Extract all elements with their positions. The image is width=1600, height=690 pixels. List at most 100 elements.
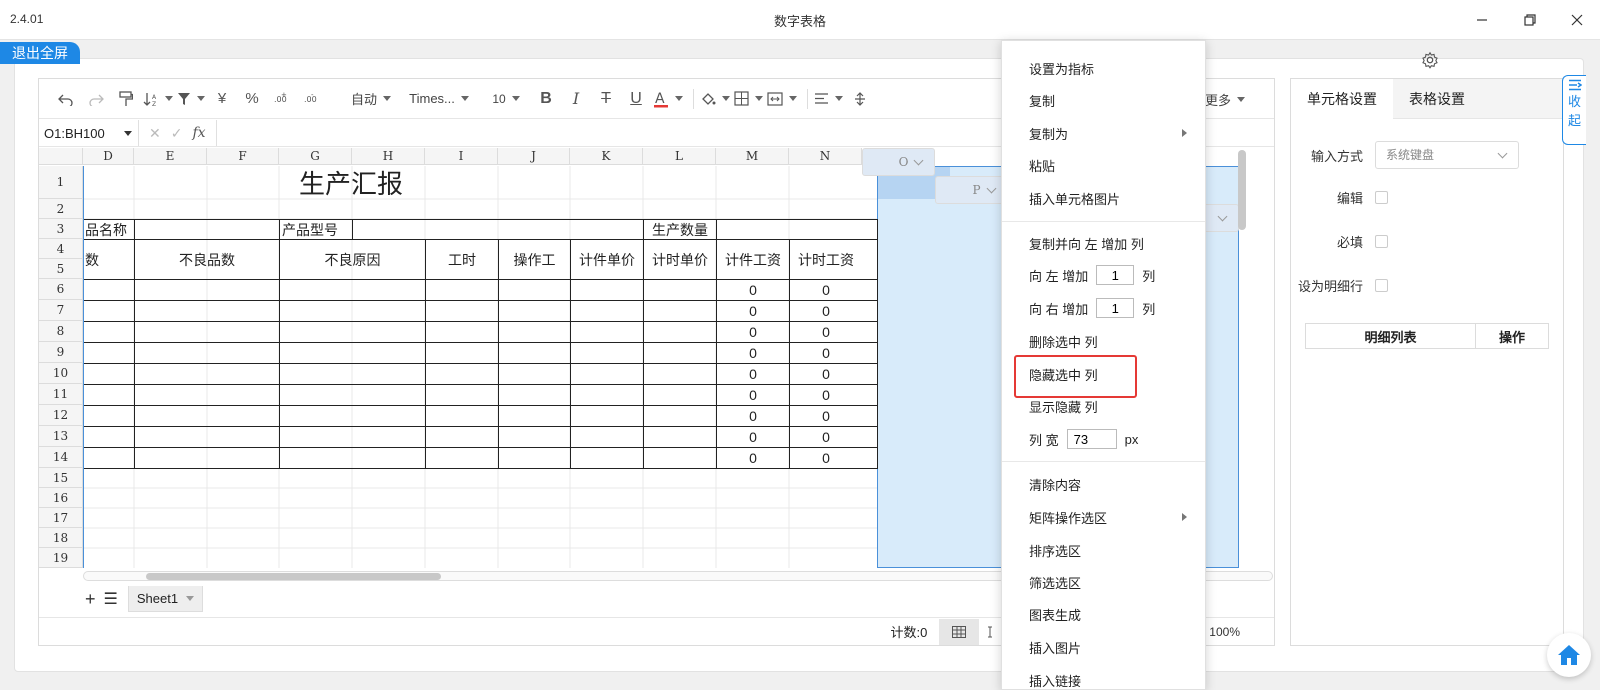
column-header[interactable]: D <box>83 148 134 165</box>
italic-button[interactable]: I <box>563 85 589 113</box>
horizontal-align-button[interactable] <box>814 85 843 113</box>
percent-button[interactable]: % <box>239 85 265 113</box>
cell-piece-wage-value[interactable]: 0 <box>717 343 789 363</box>
cell-piece-wage-value[interactable]: 0 <box>717 364 789 384</box>
menu-item-clear-content[interactable]: 清除内容 <box>1002 469 1205 499</box>
cell-time-price-label[interactable]: 计时单价 <box>644 240 716 279</box>
row-header[interactable]: 18 <box>39 528 83 548</box>
redo-button[interactable] <box>83 85 109 113</box>
input-method-select[interactable]: 系统键盘 <box>1375 141 1519 169</box>
cell-time-wage-value[interactable]: 0 <box>790 385 862 405</box>
required-checkbox[interactable] <box>1375 234 1388 248</box>
vertical-align-button[interactable] <box>847 85 873 113</box>
cell-piece-wage-value[interactable]: 0 <box>717 448 789 468</box>
undo-button[interactable] <box>53 85 79 113</box>
sort-button[interactable]: AZ <box>143 85 173 113</box>
cell-production-qty-label[interactable]: 生产数量 <box>644 220 716 239</box>
column-header[interactable]: E <box>134 148 207 165</box>
row-header[interactable]: 16 <box>39 488 83 508</box>
cell-time-wage-value[interactable]: 0 <box>790 406 862 426</box>
cell-time-wage-value[interactable]: 0 <box>790 280 862 300</box>
cell-time-wage-value[interactable]: 0 <box>790 343 862 363</box>
cell-piece-price-label[interactable]: 计件单价 <box>571 240 643 279</box>
increase-decimal-button[interactable]: .00 + <box>269 85 295 113</box>
cell-time-wage-value[interactable]: 0 <box>790 364 862 384</box>
row-header[interactable]: 8 <box>39 321 83 342</box>
row-header[interactable]: 13 <box>39 426 83 447</box>
fx-icon[interactable]: fx <box>192 125 205 141</box>
cell-hours-label[interactable]: 工时 <box>426 240 498 279</box>
column-header[interactable]: J <box>498 148 570 165</box>
menu-item-insert-more[interactable]: 插入链接 <box>1002 665 1205 689</box>
menu-item-column-width[interactable]: 列 宽 px <box>1002 424 1205 454</box>
tab-cell-settings[interactable]: 单元格设置 <box>1291 79 1393 119</box>
cell-time-wage-value[interactable]: 0 <box>790 448 862 468</box>
font-color-button[interactable]: A <box>653 85 683 113</box>
menu-item-matrix-ops[interactable]: 矩阵操作选区 <box>1002 502 1205 532</box>
vertical-scroll-thumb[interactable] <box>1238 150 1246 230</box>
row-header[interactable]: 9 <box>39 342 83 363</box>
home-button[interactable] <box>1547 633 1591 677</box>
cell-defect-reason-label[interactable]: 不良原因 <box>280 240 425 279</box>
menu-item-set-indicator[interactable]: 设置为指标 <box>1002 53 1205 83</box>
font-family-select[interactable]: Times... <box>399 85 479 113</box>
restore-button[interactable] <box>1518 8 1542 32</box>
cell-defect-qty-label[interactable]: 不良品数 <box>135 240 279 279</box>
column-header[interactable]: M <box>716 148 789 165</box>
cell-time-wage-value[interactable]: 0 <box>790 427 862 447</box>
column-header[interactable]: K <box>570 148 643 165</box>
cell-quantity-label[interactable]: 数 <box>83 240 134 279</box>
fill-color-button[interactable] <box>700 85 730 113</box>
column-header[interactable]: L <box>643 148 716 165</box>
row-header[interactable]: 4 <box>39 239 83 259</box>
menu-item-insert-cell-image[interactable]: 插入单元格图片 <box>1002 183 1205 213</box>
edit-checkbox[interactable] <box>1375 190 1388 204</box>
cell-piece-wage-value[interactable]: 0 <box>717 406 789 426</box>
strikethrough-button[interactable]: T <box>593 85 619 113</box>
row-header[interactable]: 10 <box>39 363 83 384</box>
exit-fullscreen-button[interactable]: 退出全屏 <box>0 42 80 64</box>
menu-item-hide-columns[interactable]: 隐藏选中 列 <box>1002 359 1205 389</box>
menu-item-add-left[interactable]: 向 左 增加 列 <box>1002 260 1205 290</box>
column-header[interactable]: H <box>352 148 425 165</box>
row-header[interactable]: 12 <box>39 405 83 426</box>
more-button[interactable]: 更多 <box>1205 85 1245 113</box>
row-header[interactable]: 15 <box>39 468 83 488</box>
cell-piece-wage-label[interactable]: 计件工资 <box>717 240 789 279</box>
row-header[interactable]: 14 <box>39 447 83 468</box>
cell-time-wage-value[interactable]: 0 <box>790 322 862 342</box>
row-header[interactable]: 19 <box>39 548 83 568</box>
row-header[interactable]: 6 <box>39 279 83 300</box>
bold-button[interactable]: B <box>533 85 559 113</box>
cell-piece-wage-value[interactable]: 0 <box>717 301 789 321</box>
close-button[interactable] <box>1565 8 1589 32</box>
column-header[interactable]: P <box>935 176 1008 204</box>
underline-button[interactable]: U <box>623 85 649 113</box>
column-header[interactable]: N <box>789 148 862 165</box>
cell-operator-label[interactable]: 操作工 <box>499 240 570 279</box>
menu-item-insert-image[interactable]: 插入图片 <box>1002 632 1205 662</box>
add-left-count-input[interactable] <box>1096 265 1135 285</box>
column-header[interactable]: I <box>425 148 498 165</box>
column-header[interactable]: F <box>207 148 279 165</box>
detail-row-checkbox[interactable] <box>1375 278 1388 292</box>
sheet-tab[interactable]: Sheet1 <box>127 586 204 612</box>
number-format-select[interactable]: 自动 <box>351 85 391 113</box>
sheet-list-button[interactable]: ☰ <box>104 589 118 609</box>
row-header[interactable]: 7 <box>39 300 83 321</box>
menu-item-copy-and-add-left[interactable]: 复制并向 左 增加 列 <box>1002 228 1205 258</box>
cell-product-name-label[interactable]: 品名称 <box>83 220 134 239</box>
cell-product-model-label[interactable]: 产品型号 <box>280 220 352 239</box>
name-box[interactable]: O1:BH100 <box>39 120 139 146</box>
cancel-formula-icon[interactable]: ✕ <box>149 125 161 142</box>
collapse-panel-button[interactable]: 收 起 <box>1562 75 1586 145</box>
font-size-select[interactable]: 10 <box>483 85 529 113</box>
row-header[interactable]: 1 <box>39 166 83 199</box>
cell-piece-wage-value[interactable]: 0 <box>717 427 789 447</box>
column-header[interactable]: G <box>279 148 352 165</box>
row-header[interactable]: 17 <box>39 508 83 528</box>
row-header[interactable]: 5 <box>39 259 83 279</box>
menu-item-add-right[interactable]: 向 右 增加 列 <box>1002 293 1205 323</box>
border-button[interactable] <box>734 85 763 113</box>
vertical-scrollbar[interactable] <box>1236 148 1248 568</box>
